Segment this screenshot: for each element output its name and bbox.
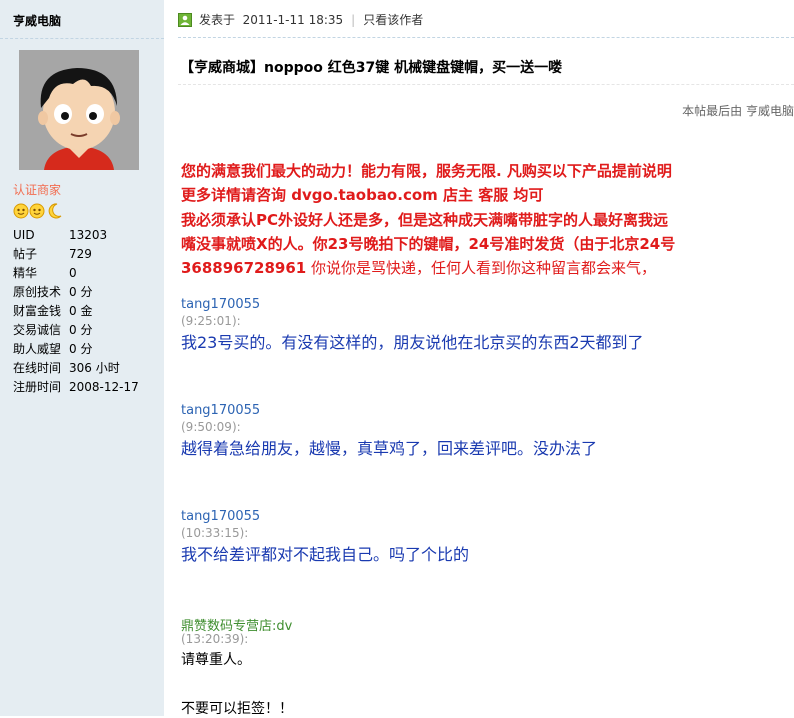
notice-line-5: 368896728961 你说你是骂快递，任何人看到你这种留言都会来气， <box>181 257 794 278</box>
posted-time: 2011-1-11 18:35 <box>242 13 344 27</box>
medal-icons <box>13 203 65 219</box>
sun-medal-icon <box>29 203 45 219</box>
comment-author[interactable]: tang170055 <box>181 403 260 418</box>
notice-line-5-text: 你说你是骂快递，任何人看到你这种留言都会来气， <box>306 259 657 277</box>
comment-message: 越得着急给朋友，越慢，真草鸡了，回来差评吧。没办法了 <box>181 439 598 458</box>
posted-label: 发表于 <box>199 13 236 27</box>
stat-money: 财富金钱 0 金 <box>13 304 93 318</box>
verified-merchant-badge[interactable]: 认证商家 <box>13 181 61 198</box>
notice-line-2: 更多详情请咨询 dvgo.taobao.com 店主 客服 均可 <box>181 186 544 204</box>
author-stats: UID 13203 帖子 729 精华 0 原创技术 0 分 财富金钱 0 金 交易诚信 0… <box>13 226 139 397</box>
closing-remark: 不要可以拒签！！ <box>181 701 293 717</box>
stat-prestige: 助人威望 0 分 <box>13 342 93 356</box>
author-username[interactable]: 亨威电脑 <box>13 12 61 29</box>
avatar-cartoon-icon <box>19 50 139 170</box>
online-status-icon <box>178 13 192 27</box>
comment-time: (10:33:15): <box>181 526 249 540</box>
divider <box>0 38 164 39</box>
order-number: 368896728961 <box>181 259 307 277</box>
stat-trade-credit: 交易诚信 0 分 <box>13 323 93 337</box>
comment-time: (13:20:39): <box>181 632 249 646</box>
divider <box>178 84 794 85</box>
post-content: 发表于 2011-1-11 18:35 | 只看该作者 【亨威商城】noppoo 红… <box>164 0 794 717</box>
stat-uid: UID 13203 <box>13 228 108 242</box>
notice-line-4: 嘴没事就喷X的人。你23号晚拍下的键帽，24号准时发货（由于北京24号 <box>181 235 676 253</box>
stat-digest: 精华 0 <box>13 266 77 280</box>
stat-register-date: 注册时间 2008-12-17 <box>13 380 139 394</box>
post-meta: 发表于 2011-1-11 18:35 | 只看该作者 <box>178 10 423 30</box>
comment-message: 我23号买的。有没有这样的，朋友说他在北京买的东西2天都到了 <box>181 333 644 352</box>
stat-original-tech: 原创技术 0 分 <box>13 285 93 299</box>
meta-separator: | <box>351 13 356 27</box>
comment-author[interactable]: tang170055 <box>181 297 260 312</box>
notice-line-3: 我必须承认PC外设好人还是多，但是这种成天满嘴带脏字的人最好离我远 <box>181 211 669 229</box>
author-sidebar: 亨威电脑 认证商家 UID 13203 帖子 729 精华 0 原创技术 0 分… <box>0 0 164 716</box>
comment-time: (9:50:09): <box>181 420 241 434</box>
thread-title: 【亨威商城】noppoo 红色37键 机械键盘键帽，买一送一喽 <box>180 60 563 76</box>
comment-time: (9:25:01): <box>181 314 241 328</box>
comment-author[interactable]: tang170055 <box>181 509 260 524</box>
notice-line-1: 您的满意我们最大的动力！能力有限，服务无限. 凡购买以下产品提前说明 <box>181 162 672 180</box>
stat-posts: 帖子 729 <box>13 247 92 261</box>
stat-online-time: 在线时间 306 小时 <box>13 361 120 375</box>
sun-medal-icon <box>13 203 29 219</box>
edit-note: 本帖最后由 亨威电脑 <box>682 104 794 118</box>
avatar[interactable] <box>19 50 139 170</box>
author-only-link[interactable]: 只看该作者 <box>363 13 423 27</box>
comment-message: 请尊重人。 <box>181 652 251 668</box>
divider <box>178 37 794 38</box>
moon-medal-icon <box>48 203 62 219</box>
comment-message: 我不给差评都对不起我自己。吗了个比的 <box>181 545 470 564</box>
